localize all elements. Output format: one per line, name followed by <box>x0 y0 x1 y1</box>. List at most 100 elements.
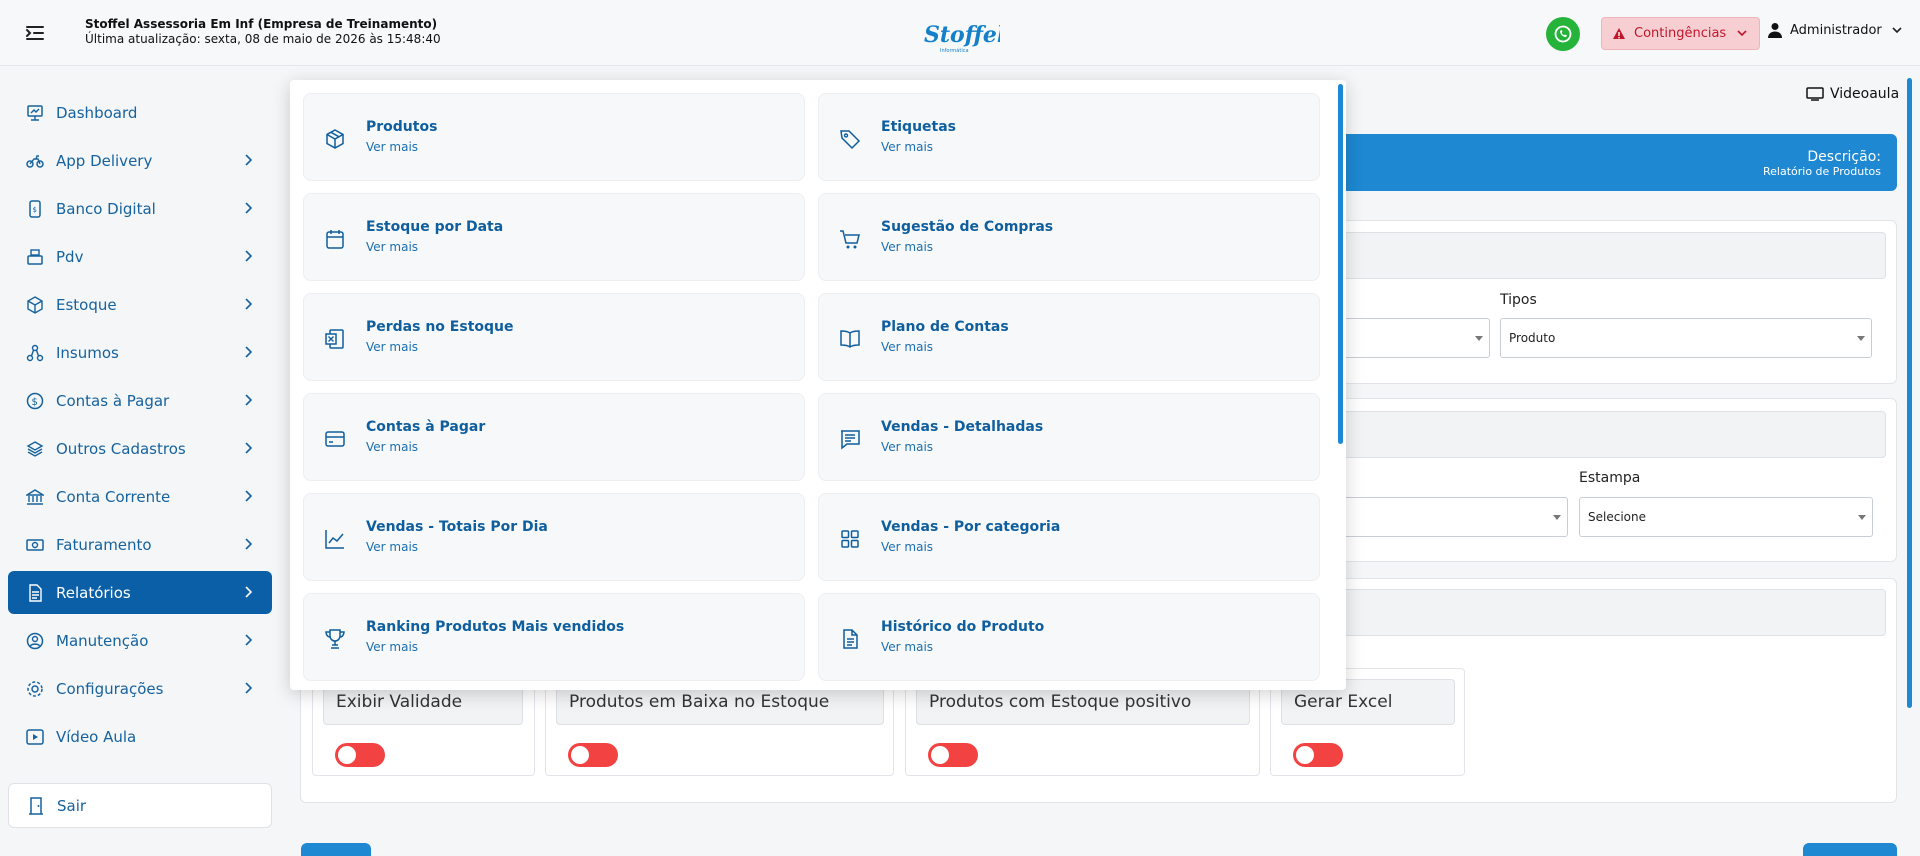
page-scrollbar[interactable] <box>1907 78 1912 708</box>
sidebar-item-banco-digital[interactable]: $ Banco Digital <box>8 187 272 230</box>
produtos-baixa-toggle[interactable] <box>568 743 618 767</box>
user-name: Administrador <box>1790 22 1882 38</box>
chevron-right-icon <box>240 584 256 600</box>
report-card-vendas-totais-por-dia[interactable]: Vendas - Totais Por Dia Ver mais <box>303 493 805 581</box>
sidebar-item-faturamento[interactable]: Faturamento <box>8 523 272 566</box>
contingencias-button[interactable]: Contingências <box>1601 17 1760 50</box>
report-card-title: Vendas - Detalhadas <box>881 419 1044 435</box>
calendar-icon <box>324 228 346 250</box>
report-card-contas-a-pagar[interactable]: Contas à Pagar Ver mais <box>303 393 805 481</box>
sidebar-item-label: Outros Cadastros <box>56 439 186 458</box>
sidebar-item-app-delivery[interactable]: App Delivery <box>8 139 272 182</box>
layers-icon <box>26 440 44 458</box>
sidebar-item-label: Contas à Pagar <box>56 391 170 410</box>
filter-input-1[interactable] <box>1340 232 1886 279</box>
chevron-right-icon <box>240 344 256 360</box>
report-card-produtos[interactable]: Produtos Ver mais <box>303 93 805 181</box>
caret-down-icon <box>1858 515 1866 520</box>
sidebar-item-video-aula[interactable]: Vídeo Aula <box>8 715 272 758</box>
report-card-subtitle: Ver mais <box>881 540 934 554</box>
reports-dropdown-menu: Produtos Ver mais Etiquetas Ver mais Est… <box>290 80 1346 690</box>
sidebar-item-conta-corrente[interactable]: Conta Corrente <box>8 475 272 518</box>
report-card-title: Sugestão de Compras <box>881 219 1054 235</box>
chevron-right-icon <box>240 296 256 312</box>
report-card-title: Estoque por Data <box>366 219 504 235</box>
filter-input-3[interactable] <box>1340 589 1886 636</box>
description-title: Descrição: <box>1807 149 1881 165</box>
gerar-excel-toggle[interactable] <box>1293 743 1343 767</box>
report-card-title: Vendas - Por categoria <box>881 519 1061 535</box>
report-card-subtitle: Ver mais <box>366 340 419 354</box>
estampa-select-value: Selecione <box>1588 510 1646 524</box>
report-icon <box>26 583 44 602</box>
dashboard-icon <box>26 104 44 122</box>
report-card-ranking-produtos[interactable]: Ranking Produtos Mais vendidos Ver mais <box>303 593 805 681</box>
user-icon <box>1768 23 1782 38</box>
sidebar-item-label: Faturamento <box>56 535 152 554</box>
logout-button[interactable]: Sair <box>8 783 272 828</box>
report-card-vendas-detalhadas[interactable]: Vendas - Detalhadas Ver mais <box>818 393 1320 481</box>
description-banner: Descrição: Relatório de Produtos <box>1300 134 1897 191</box>
svg-text:Stoffel: Stoffel <box>924 22 1000 48</box>
sidebar-item-estoque[interactable]: Estoque <box>8 283 272 326</box>
back-button[interactable] <box>301 843 371 856</box>
excel-icon <box>324 328 346 350</box>
report-card-etiquetas[interactable]: Etiquetas Ver mais <box>818 93 1320 181</box>
report-card-title: Vendas - Totais Por Dia <box>366 519 548 535</box>
door-icon <box>27 796 45 815</box>
report-card-subtitle: Ver mais <box>366 640 419 654</box>
sidebar-item-configuracoes[interactable]: Configurações <box>8 667 272 710</box>
chevron-right-icon <box>240 632 256 648</box>
sidebar-item-label: Conta Corrente <box>56 487 171 506</box>
report-card-vendas-por-categoria[interactable]: Vendas - Por categoria Ver mais <box>818 493 1320 581</box>
exibir-validade-toggle[interactable] <box>335 743 385 767</box>
cart-icon <box>839 228 861 250</box>
chevron-down-icon <box>1892 27 1902 34</box>
filter-select-left-1[interactable] <box>1340 318 1490 358</box>
videoaula-label: Videoaula <box>1830 86 1900 102</box>
sidebar-item-manutencao[interactable]: Manutenção <box>8 619 272 662</box>
monitor-icon <box>1806 87 1824 101</box>
generate-button[interactable] <box>1803 843 1897 856</box>
estampa-select[interactable]: Selecione <box>1579 497 1873 537</box>
sidebar-item-outros-cadastros[interactable]: Outros Cadastros <box>8 427 272 470</box>
videoaula-link[interactable]: Videoaula <box>1806 86 1899 102</box>
sidebar-item-label: Pdv <box>56 247 84 266</box>
tipos-select[interactable]: Produto <box>1500 318 1872 358</box>
logout-label: Sair <box>57 796 87 815</box>
report-card-plano-de-contas[interactable]: Plano de Contas Ver mais <box>818 293 1320 381</box>
tag-icon <box>839 128 861 150</box>
report-card-subtitle: Ver mais <box>366 440 419 454</box>
svg-text:$: $ <box>33 206 37 214</box>
company-name: Stoffel Assessoria Em Inf (Empresa de Tr… <box>85 17 438 31</box>
sidebar-item-contas-a-pagar[interactable]: $ Contas à Pagar <box>8 379 272 422</box>
sidebar: Dashboard App Delivery $ Banco Digital P… <box>0 66 280 856</box>
sidebar-item-relatorios[interactable]: Relatórios <box>8 571 272 614</box>
report-card-historico-do-produto[interactable]: Histórico do Produto Ver mais <box>818 593 1320 681</box>
report-card-title: Etiquetas <box>881 119 957 135</box>
stoffel-logo[interactable]: Stoffel Informática <box>920 12 1000 56</box>
contingencias-label: Contingências <box>1634 26 1727 41</box>
caret-down-icon <box>1857 336 1865 341</box>
bank-phone-icon: $ <box>26 199 44 218</box>
user-menu[interactable]: Administrador <box>1768 22 1904 38</box>
report-card-estoque-por-data[interactable]: Estoque por Data Ver mais <box>303 193 805 281</box>
report-card-subtitle: Ver mais <box>881 440 934 454</box>
dollar-circle-icon: $ <box>26 392 44 410</box>
chevron-right-icon <box>240 488 256 504</box>
filter-select-left-2[interactable] <box>1340 497 1568 537</box>
sidebar-item-label: App Delivery <box>56 151 153 170</box>
sidebar-item-insumos[interactable]: Insumos <box>8 331 272 374</box>
menu-toggle-icon[interactable] <box>22 20 48 46</box>
sidebar-item-pdv[interactable]: Pdv <box>8 235 272 278</box>
estoque-positivo-toggle[interactable] <box>928 743 978 767</box>
motorcycle-icon <box>26 152 44 170</box>
money-icon <box>26 536 44 554</box>
filter-input-2[interactable] <box>1340 411 1886 458</box>
report-card-sugestao-de-compras[interactable]: Sugestão de Compras Ver mais <box>818 193 1320 281</box>
sidebar-item-dashboard[interactable]: Dashboard <box>8 91 272 134</box>
chevron-right-icon <box>240 536 256 552</box>
menu-scrollbar[interactable] <box>1338 84 1343 444</box>
report-card-perdas-no-estoque[interactable]: Perdas no Estoque Ver mais <box>303 293 805 381</box>
whatsapp-icon[interactable] <box>1546 17 1580 51</box>
